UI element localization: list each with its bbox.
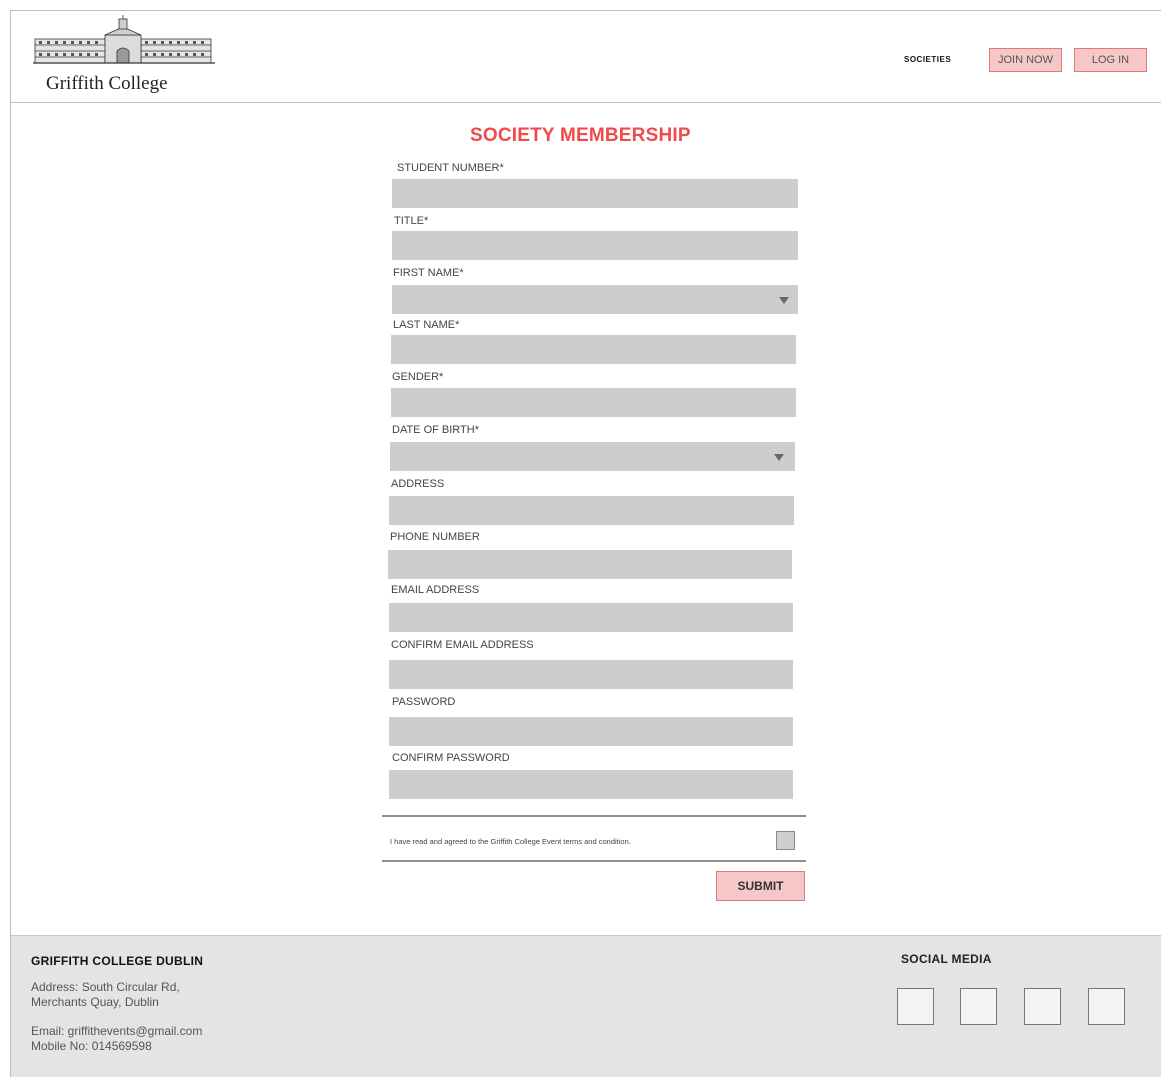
student-number-label: STUDENT NUMBER* bbox=[397, 162, 504, 174]
social-media-title: SOCIAL MEDIA bbox=[901, 952, 992, 966]
form-title: SOCIETY MEMBERSHIP bbox=[470, 125, 691, 146]
social-icon-1[interactable] bbox=[897, 988, 934, 1025]
chevron-down-icon bbox=[774, 454, 784, 461]
footer-title: GRIFFITH COLLEGE DUBLIN bbox=[31, 954, 204, 968]
log-in-button[interactable]: LOG IN bbox=[1074, 48, 1147, 72]
terms-top-divider bbox=[382, 815, 806, 817]
last-name-input[interactable] bbox=[391, 335, 796, 364]
last-name-label: LAST NAME* bbox=[393, 319, 460, 331]
gender-label: GENDER* bbox=[392, 371, 444, 383]
submit-button[interactable]: SUBMIT bbox=[716, 871, 805, 901]
student-number-input[interactable] bbox=[392, 179, 798, 208]
password-label: PASSWORD bbox=[392, 696, 456, 708]
password-input[interactable] bbox=[389, 717, 793, 746]
footer-mobile: Mobile No: 014569598 bbox=[31, 1039, 152, 1053]
date-of-birth-label: DATE OF BIRTH* bbox=[392, 424, 479, 436]
phone-number-label: PHONE NUMBER bbox=[390, 531, 480, 543]
site-footer: GRIFFITH COLLEGE DUBLIN Address: South C… bbox=[11, 935, 1161, 1077]
first-name-label: FIRST NAME* bbox=[393, 267, 464, 279]
footer-email: Email: griffithevents@gmail.com bbox=[31, 1024, 203, 1038]
terms-text: I have read and agreed to the Griffith C… bbox=[390, 837, 631, 846]
address-input[interactable] bbox=[389, 496, 794, 525]
email-address-label: EMAIL ADDRESS bbox=[391, 584, 480, 596]
confirm-email-label: CONFIRM EMAIL ADDRESS bbox=[391, 639, 534, 651]
phone-number-input[interactable] bbox=[388, 550, 792, 579]
confirm-password-input[interactable] bbox=[389, 770, 793, 799]
nav-societies-link[interactable]: SOCIETIES bbox=[904, 55, 951, 64]
date-of-birth-select[interactable] bbox=[390, 442, 795, 471]
terms-bottom-divider bbox=[382, 860, 806, 862]
social-icon-2[interactable] bbox=[960, 988, 997, 1025]
site-header: Griffith College SOCIETIES JOIN NOW LOG … bbox=[11, 11, 1161, 103]
confirm-password-label: CONFIRM PASSWORD bbox=[392, 752, 510, 764]
footer-address-line2: Merchants Quay, Dublin bbox=[31, 995, 159, 1009]
college-logo[interactable]: Griffith College bbox=[33, 15, 215, 95]
college-building-icon bbox=[33, 15, 215, 64]
join-now-button[interactable]: JOIN NOW bbox=[989, 48, 1062, 72]
chevron-down-icon bbox=[779, 297, 789, 304]
terms-checkbox[interactable] bbox=[776, 831, 795, 850]
address-label: ADDRESS bbox=[391, 478, 445, 490]
gender-input[interactable] bbox=[391, 388, 796, 417]
email-address-input[interactable] bbox=[389, 603, 793, 632]
social-icon-4[interactable] bbox=[1088, 988, 1125, 1025]
logo-text: Griffith College bbox=[46, 73, 168, 94]
title-input[interactable] bbox=[392, 231, 798, 260]
confirm-email-input[interactable] bbox=[389, 660, 793, 689]
social-icon-3[interactable] bbox=[1024, 988, 1061, 1025]
footer-address-line1: Address: South Circular Rd, bbox=[31, 980, 180, 994]
first-name-select[interactable] bbox=[392, 285, 798, 314]
title-label: TITLE* bbox=[394, 215, 429, 227]
page-frame bbox=[10, 10, 1161, 1077]
